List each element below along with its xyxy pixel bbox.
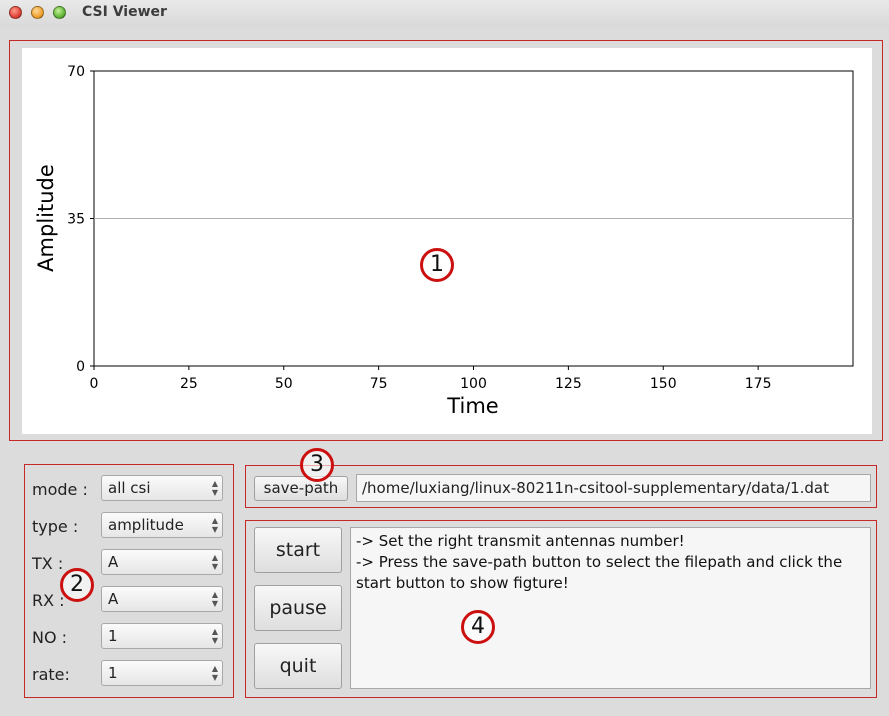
y-axis-label: Amplitude <box>34 164 58 272</box>
tx-select-value: A <box>108 553 119 571</box>
message-log[interactable]: -> Set the right transmit antennas numbe… <box>350 527 871 689</box>
minimize-icon[interactable] <box>31 6 44 19</box>
window-title: CSI Viewer <box>82 4 167 20</box>
no-select-value: 1 <box>108 627 118 645</box>
annotation-marker-1: 1 <box>420 248 454 282</box>
mode-select-value: all csi <box>108 479 151 497</box>
start-button[interactable]: start <box>254 527 342 573</box>
annotation-marker-2: 2 <box>60 568 94 602</box>
mode-select[interactable]: all csi ▲ ▼ <box>101 475 223 501</box>
x-axis-label: Time <box>446 394 498 418</box>
pause-button[interactable]: pause <box>254 585 342 631</box>
spin-arrows-icon: ▲ ▼ <box>211 479 218 497</box>
no-select[interactable]: 1 ▲ ▼ <box>101 623 223 649</box>
spin-arrows-icon: ▲ ▼ <box>211 553 218 571</box>
rx-select-value: A <box>108 590 119 608</box>
no-label: NO : <box>32 628 68 647</box>
y-tick-label: 35 <box>67 212 85 228</box>
y-tick-label: 70 <box>67 64 85 80</box>
mode-label: mode : <box>32 480 88 499</box>
maximize-icon[interactable] <box>53 6 66 19</box>
log-line: -> Press the save-path button to select … <box>356 553 843 592</box>
x-tick-label: 0 <box>90 376 99 392</box>
tx-select[interactable]: A ▲ ▼ <box>101 549 223 575</box>
tx-label: TX : <box>32 554 64 573</box>
type-label: type : <box>32 517 79 536</box>
spin-arrows-icon: ▲ ▼ <box>211 590 218 608</box>
rate-select[interactable]: 1 ▲ ▼ <box>101 660 223 686</box>
x-tick-label: 175 <box>745 376 772 392</box>
close-icon[interactable] <box>9 6 22 19</box>
spin-arrows-icon: ▲ ▼ <box>211 627 218 645</box>
annotation-marker-4: 4 <box>461 610 495 644</box>
rx-select[interactable]: A ▲ ▼ <box>101 586 223 612</box>
spin-arrows-icon: ▲ ▼ <box>211 516 218 534</box>
rate-select-value: 1 <box>108 664 118 682</box>
plot-canvas: 0 25 50 75 100 125 150 175 0 35 70 Time Amplitude <box>22 48 872 434</box>
spin-arrows-icon: ▲ ▼ <box>211 664 218 682</box>
y-tick-label: 0 <box>76 359 85 375</box>
x-tick-label: 50 <box>275 376 293 392</box>
type-select[interactable]: amplitude ▲ ▼ <box>101 512 223 538</box>
quit-button[interactable]: quit <box>254 643 342 689</box>
x-tick-label: 100 <box>460 376 487 392</box>
annotation-marker-3: 3 <box>300 448 334 482</box>
x-tick-label: 75 <box>370 376 388 392</box>
title-bar: CSI Viewer <box>0 0 889 27</box>
save-path-button[interactable]: save-path <box>254 476 348 501</box>
x-tick-label: 25 <box>180 376 198 392</box>
save-path-field[interactable]: /home/luxiang/linux-80211n-csitool-suppl… <box>356 474 871 502</box>
type-select-value: amplitude <box>108 516 184 534</box>
rx-label: RX : <box>32 591 65 610</box>
rate-label: rate: <box>32 665 70 684</box>
x-tick-label: 125 <box>555 376 582 392</box>
x-tick-label: 150 <box>650 376 677 392</box>
log-line: -> Set the right transmit antennas numbe… <box>356 532 685 550</box>
amplitude-chart: 0 25 50 75 100 125 150 175 0 35 70 Time Amplitude <box>34 64 854 418</box>
